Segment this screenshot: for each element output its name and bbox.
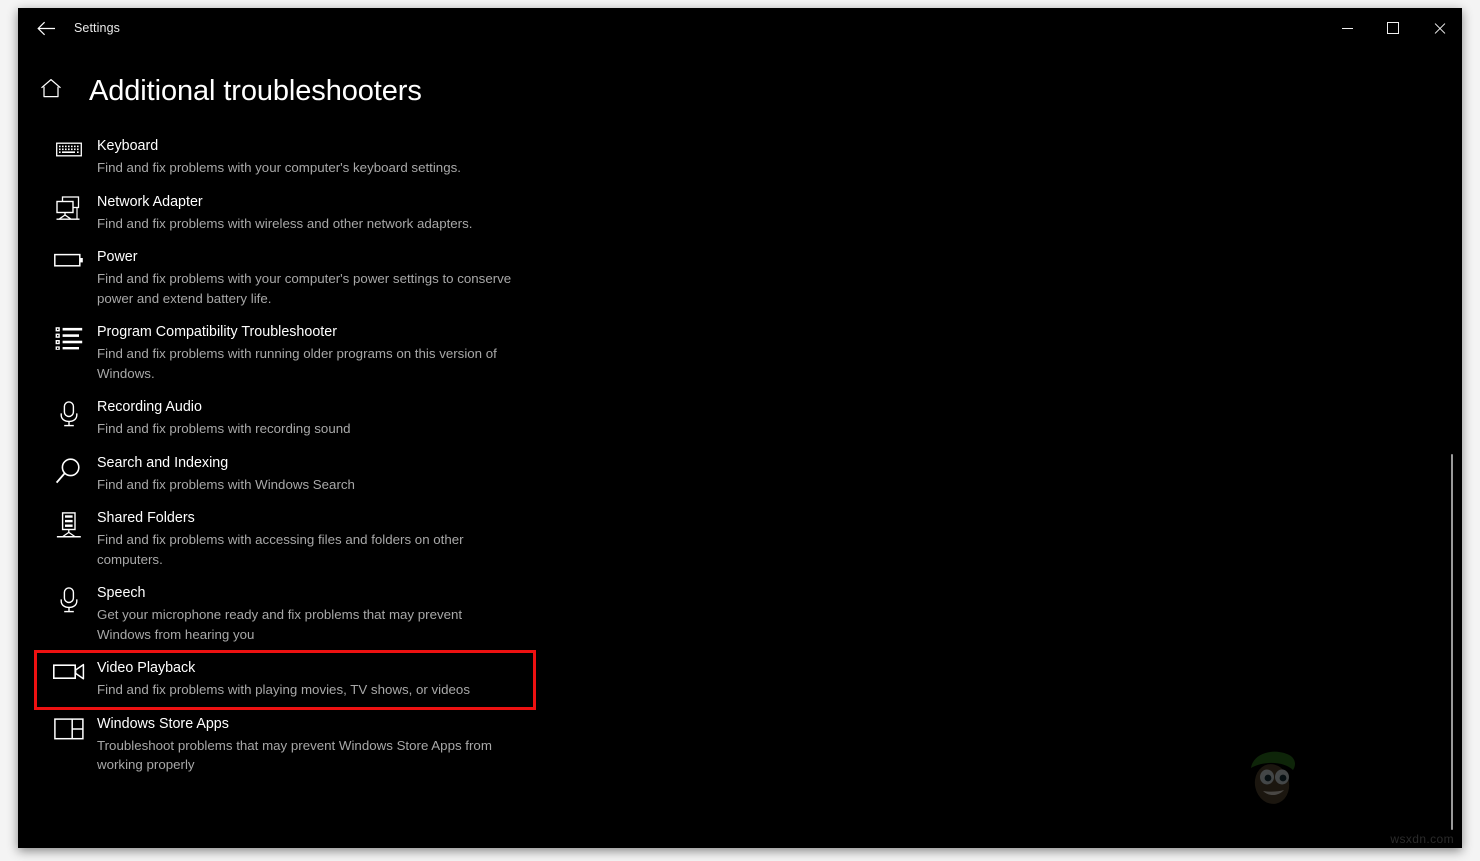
screenshot-page: Settings Additional troubleshooters Keyb… bbox=[0, 0, 1480, 861]
list-item-content: Video Playback Find and fix problems wit… bbox=[93, 659, 470, 700]
item-title: Video Playback bbox=[97, 660, 196, 676]
page-title: Additional troubleshooters bbox=[89, 75, 422, 107]
item-title: Recording Audio bbox=[97, 399, 202, 415]
item-title: Windows Store Apps bbox=[97, 715, 229, 732]
item-title: Shared Folders bbox=[97, 510, 195, 526]
maximize-icon bbox=[1387, 22, 1399, 34]
close-icon bbox=[1433, 22, 1445, 34]
list-item-content: Recording Audio Find and fix problems wi… bbox=[93, 398, 351, 439]
list-item-power[interactable]: Power Find and fix problems with your co… bbox=[18, 241, 1462, 316]
video-camera-icon bbox=[45, 659, 93, 700]
item-description: Get your microphone ready and fix proble… bbox=[97, 607, 463, 642]
list-item-keyboard[interactable]: Keyboard Find and fix problems with your… bbox=[18, 130, 1462, 186]
list-item-content: Speech Get your microphone ready and fix… bbox=[93, 584, 517, 644]
home-icon bbox=[40, 78, 62, 104]
shared-folders-icon bbox=[45, 509, 93, 569]
list-item-network-adapter[interactable]: Network Adapter Find and fix problems wi… bbox=[18, 186, 1462, 242]
item-description: Find and fix problems with your computer… bbox=[97, 160, 461, 175]
item-title: Keyboard bbox=[97, 138, 159, 154]
list-item-content: Power Find and fix problems with your co… bbox=[93, 248, 517, 308]
title-bar: Settings bbox=[18, 8, 1462, 48]
keyboard-icon bbox=[45, 137, 93, 178]
list-item-windows-store-apps[interactable]: Windows Store Apps Troubleshoot problems… bbox=[18, 708, 1462, 783]
scrollbar[interactable] bbox=[1448, 54, 1456, 840]
item-description: Find and fix problems with your computer… bbox=[97, 271, 512, 306]
item-description: Find and fix problems with accessing fil… bbox=[97, 532, 464, 567]
item-title: Network Adapter bbox=[97, 193, 203, 210]
list-item-content: Keyboard Find and fix problems with your… bbox=[93, 137, 461, 178]
item-title: Search and Indexing bbox=[97, 454, 229, 471]
store-apps-icon bbox=[45, 715, 93, 775]
item-title: Speech bbox=[97, 585, 146, 601]
scrollbar-thumb[interactable] bbox=[1451, 454, 1453, 830]
item-description: Find and fix problems with Windows Searc… bbox=[97, 476, 355, 492]
battery-icon bbox=[45, 248, 93, 308]
site-url-watermark: wsxdn.com bbox=[1390, 832, 1454, 846]
home-button[interactable] bbox=[40, 78, 74, 104]
list-item-video-playback[interactable]: Video Playback Find and fix problems wit… bbox=[34, 650, 536, 710]
item-description: Find and fix problems with recording sou… bbox=[97, 421, 351, 436]
item-title: Power bbox=[97, 249, 138, 265]
window-controls bbox=[1324, 8, 1462, 48]
list-item-content: Search and Indexing Find and fix problem… bbox=[93, 454, 355, 495]
back-arrow-icon bbox=[36, 21, 56, 36]
item-description: Troubleshoot problems that may prevent W… bbox=[97, 737, 492, 773]
search-icon bbox=[45, 454, 93, 495]
settings-window: Settings Additional troubleshooters Keyb… bbox=[18, 8, 1462, 848]
list-item-search-indexing[interactable]: Search and Indexing Find and fix problem… bbox=[18, 447, 1462, 503]
item-description: Find and fix problems with playing movie… bbox=[97, 682, 470, 697]
item-description: Find and fix problems with wireless and … bbox=[97, 215, 473, 231]
list-item-recording-audio[interactable]: Recording Audio Find and fix problems wi… bbox=[18, 391, 1462, 447]
close-button[interactable] bbox=[1416, 8, 1462, 48]
troubleshooter-list: Keyboard Find and fix problems with your… bbox=[18, 118, 1462, 783]
minimize-icon bbox=[1341, 27, 1353, 29]
item-description: Find and fix problems with running older… bbox=[97, 346, 497, 381]
app-title: Settings bbox=[74, 21, 120, 35]
network-adapter-icon bbox=[45, 193, 93, 234]
microphone-icon bbox=[45, 584, 93, 644]
page-header: Additional troubleshooters bbox=[18, 48, 1462, 118]
list-item-program-compatibility[interactable]: Program Compatibility Troubleshooter Fin… bbox=[18, 316, 1462, 391]
back-button[interactable] bbox=[22, 8, 70, 48]
list-item-content: Windows Store Apps Troubleshoot problems… bbox=[93, 715, 517, 775]
minimize-button[interactable] bbox=[1324, 8, 1370, 48]
list-icon bbox=[45, 323, 93, 383]
list-item-shared-folders[interactable]: Shared Folders Find and fix problems wit… bbox=[18, 502, 1462, 577]
item-title: Program Compatibility Troubleshooter bbox=[97, 324, 337, 340]
microphone-icon bbox=[45, 398, 93, 439]
list-item-content: Shared Folders Find and fix problems wit… bbox=[93, 509, 517, 569]
list-item-content: Network Adapter Find and fix problems wi… bbox=[93, 193, 472, 234]
list-item-speech[interactable]: Speech Get your microphone ready and fix… bbox=[18, 577, 1462, 652]
list-item-content: Program Compatibility Troubleshooter Fin… bbox=[93, 323, 517, 383]
maximize-button[interactable] bbox=[1370, 8, 1416, 48]
